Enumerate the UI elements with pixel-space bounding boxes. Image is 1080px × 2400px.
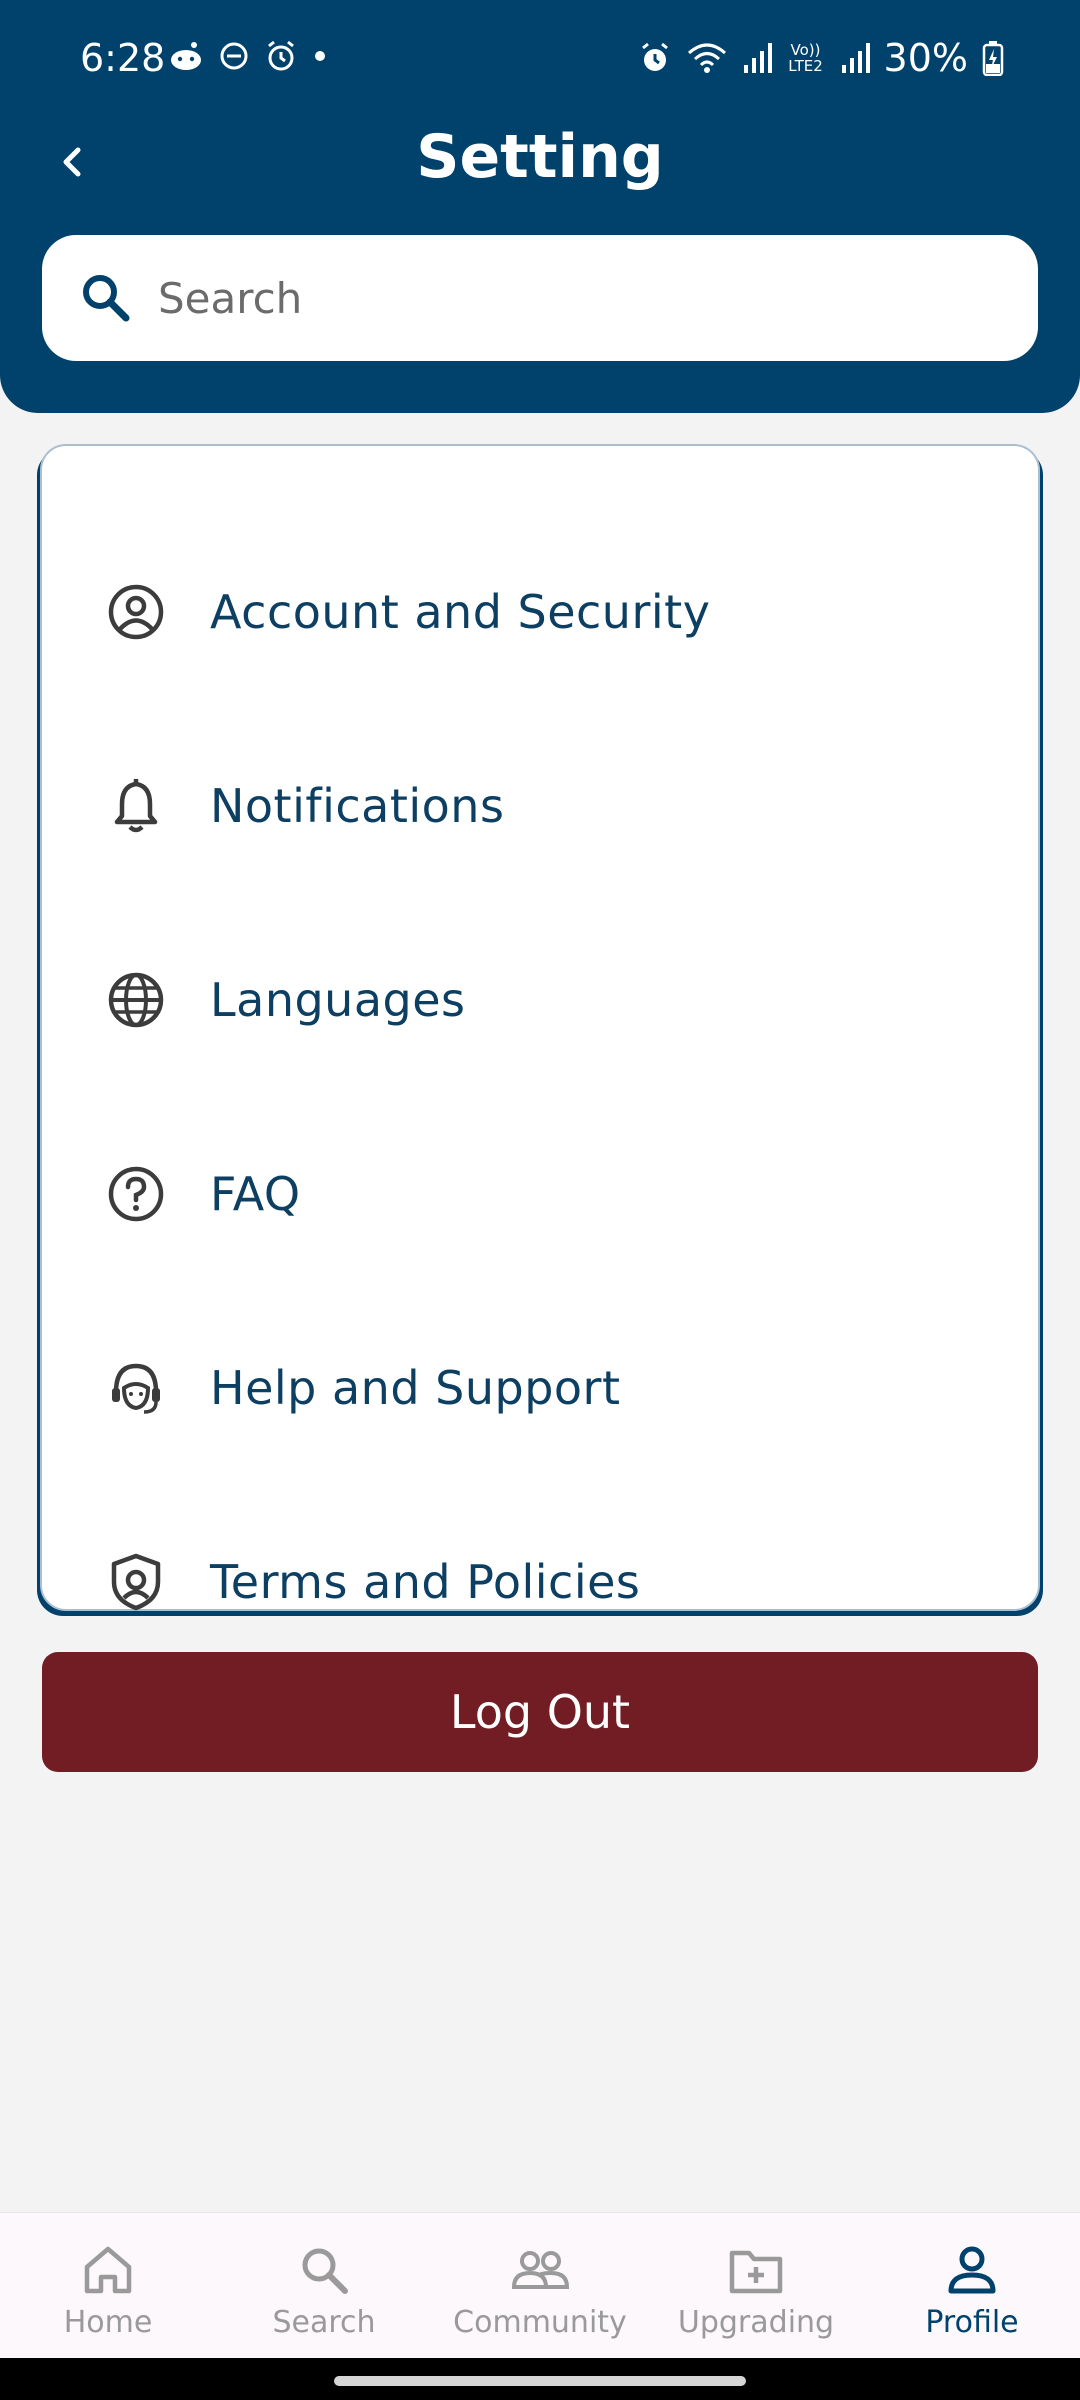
nav-item-search[interactable]: Search: [216, 2213, 432, 2359]
menu-item-languages[interactable]: Languages: [42, 930, 1042, 1070]
nav-item-community[interactable]: Community: [432, 2213, 648, 2359]
menu-item-notifications[interactable]: Notifications: [42, 736, 1042, 876]
menu-item-faq[interactable]: FAQ: [42, 1124, 1042, 1264]
nav-item-profile[interactable]: Profile: [864, 2213, 1080, 2359]
do-not-disturb-icon: [220, 42, 248, 70]
profile-icon: [948, 2246, 996, 2294]
settings-menu: Account and Security Notifications Langu…: [40, 444, 1040, 1611]
dot-icon: [315, 51, 325, 61]
reddit-icon: [171, 42, 201, 70]
menu-item-account-security[interactable]: Account and Security: [42, 542, 1042, 682]
headset-icon: [112, 1363, 160, 1414]
community-icon: [511, 2251, 569, 2289]
nav-item-upgrading[interactable]: Upgrading: [648, 2213, 864, 2359]
status-system-icons: Vo)) LTE2 30%: [638, 36, 1004, 80]
nav-item-home[interactable]: Home: [0, 2213, 216, 2359]
status-notification-icons: [168, 38, 328, 74]
account-circle-icon: [108, 584, 164, 640]
question-circle-icon: [108, 1166, 164, 1222]
wifi-icon: [687, 43, 726, 73]
menu-item-label: Languages: [210, 973, 466, 1027]
battery-percent: 30%: [883, 36, 968, 80]
search-bar[interactable]: [42, 235, 1038, 361]
nav-item-label: Search: [272, 2305, 376, 2340]
page-title: Setting: [416, 122, 664, 192]
gesture-handle[interactable]: [334, 2376, 746, 2386]
nav-item-label: Upgrading: [677, 2305, 835, 2340]
alarm-icon: [268, 40, 294, 71]
menu-item-label: Account and Security: [210, 585, 711, 639]
volte-label: Vo)) LTE2: [788, 41, 823, 75]
nav-item-label: Community: [453, 2305, 627, 2340]
shield-icon: [111, 1553, 161, 1611]
status-time: 6:28: [80, 36, 166, 80]
menu-item-help-support[interactable]: Help and Support: [42, 1318, 1042, 1458]
logout-button[interactable]: Log Out: [42, 1652, 1038, 1772]
search-icon: [83, 275, 130, 322]
bell-icon: [114, 779, 158, 833]
folder-plus-icon: [729, 2250, 783, 2294]
battery-charging-icon: [982, 41, 1004, 76]
menu-item-label: Help and Support: [210, 1361, 621, 1415]
menu-item-label: Terms and Policies: [210, 1555, 641, 1609]
status-bar: 6:28 Vo)) LTE2 30%: [0, 0, 1080, 120]
signal-icon: [841, 43, 870, 73]
bottom-nav: Home Search Community Upgrading Profile: [0, 2212, 1080, 2358]
home-icon: [84, 2246, 132, 2294]
menu-item-label: Notifications: [210, 779, 505, 833]
menu-item-label: FAQ: [210, 1167, 301, 1221]
signal-icon: [743, 43, 772, 73]
menu-item-terms-policies[interactable]: Terms and Policies: [42, 1512, 1042, 1652]
alarm-icon: [641, 42, 668, 71]
globe-icon: [108, 972, 164, 1028]
search-input[interactable]: [158, 273, 978, 323]
nav-item-label: Profile: [925, 2305, 1019, 2340]
nav-item-label: Home: [63, 2305, 153, 2340]
search-icon: [302, 2248, 348, 2294]
app-header: 6:28 Vo)) LTE2 30% Setting Search: [0, 0, 1080, 413]
